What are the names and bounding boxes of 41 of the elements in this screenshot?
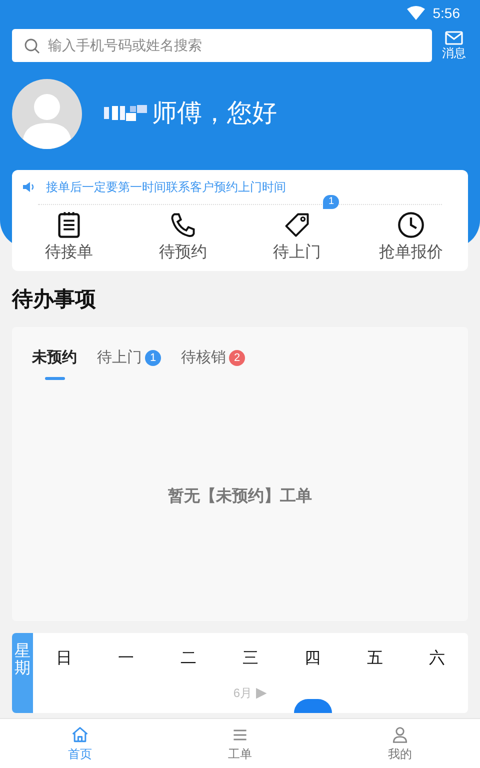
weekday-label: 二: [179, 649, 198, 669]
mail-icon: [445, 30, 463, 44]
selected-day-marker: [294, 699, 332, 713]
person-icon: [391, 726, 409, 744]
tag-icon: [283, 211, 311, 239]
search-icon: [24, 38, 40, 54]
month-label: 6月: [233, 684, 252, 702]
nav-tab[interactable]: 首页: [0, 719, 160, 768]
weekday-label: 五: [366, 649, 384, 669]
weekday-label: 六: [428, 648, 446, 669]
search-field[interactable]: 输入手机号码或姓名搜索: [48, 35, 420, 56]
weekday-label: 一: [117, 649, 136, 669]
home-icon: [71, 726, 89, 744]
clock-icon: [397, 211, 425, 239]
notepad-icon: [55, 211, 83, 239]
count-badge: 1: [323, 195, 339, 209]
weekday-label: 三: [241, 649, 260, 669]
shortcut-button[interactable]: 抢单报价: [354, 211, 468, 263]
tab[interactable]: 未预约: [32, 347, 77, 380]
tab[interactable]: 待上门 1: [97, 347, 161, 380]
wifi-icon: [406, 6, 425, 20]
greeting-text: 师傅，您好: [152, 98, 277, 130]
count-badge: 2: [229, 350, 245, 366]
weekday-label: 四: [304, 649, 322, 669]
speaker-icon: [22, 181, 36, 193]
weekday-label: 日: [55, 649, 74, 669]
count-badge: 1: [145, 350, 161, 366]
status-time: 5:56: [432, 4, 460, 22]
phone-icon: [169, 211, 197, 239]
tab[interactable]: 待核销 2: [181, 347, 245, 380]
empty-message: 暂无【未预约】工单: [167, 486, 313, 507]
notice-text: 接单后一定要第一时间联系客户预约上门时间: [46, 179, 286, 196]
section-title: 待办事项: [12, 287, 97, 313]
shortcut-button[interactable]: 待接单: [12, 211, 126, 263]
search-bar[interactable]: 输入手机号码或姓名搜索: [12, 29, 432, 62]
nav-tab[interactable]: 我的: [320, 719, 480, 768]
avatar-icon: [12, 79, 82, 149]
nav-tab[interactable]: 工单: [160, 719, 320, 768]
messages-button[interactable]: 消息: [440, 30, 468, 60]
week-label: 星期: [14, 642, 30, 677]
shortcut-button[interactable]: 待预约: [126, 211, 240, 263]
